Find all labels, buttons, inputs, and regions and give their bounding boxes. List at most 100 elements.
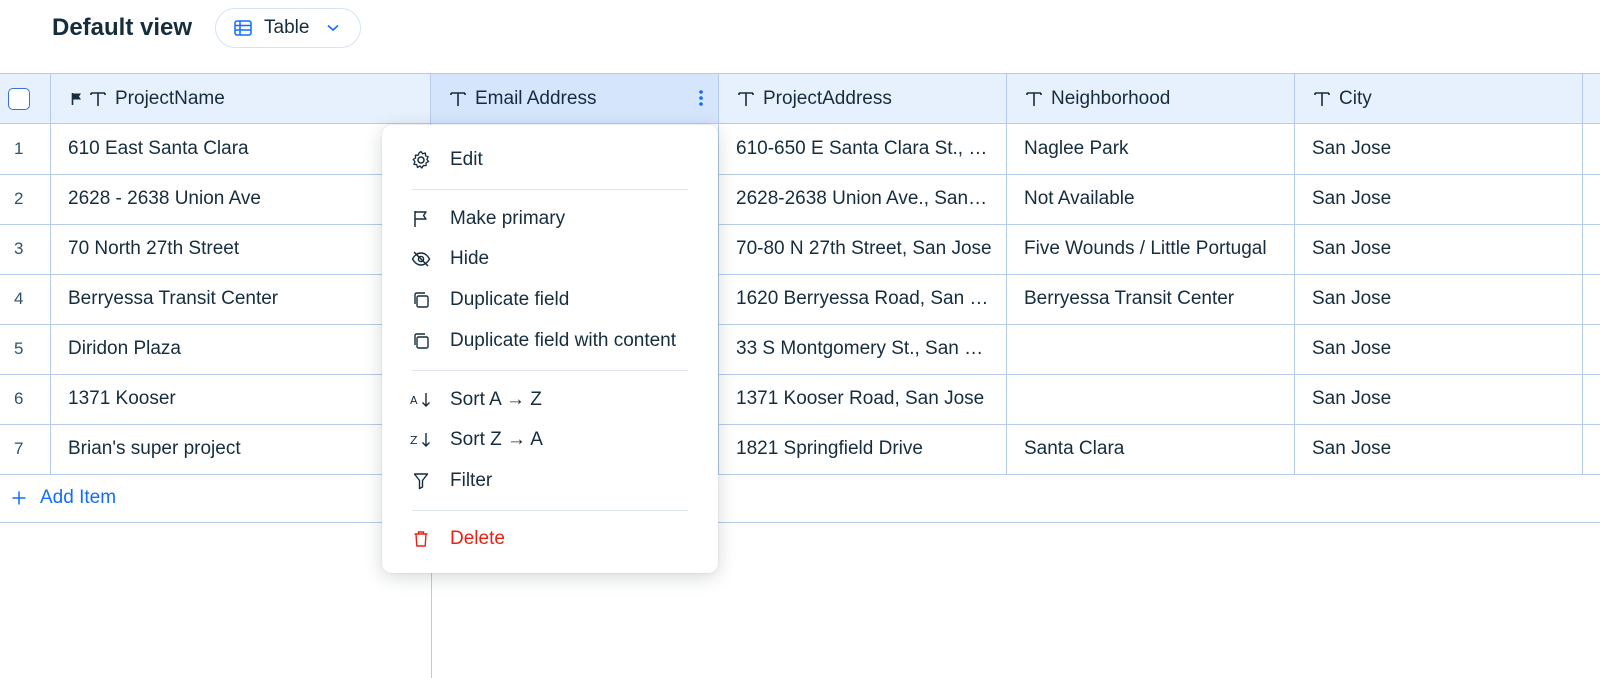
menu-item-sort-za[interactable]: Z Sort Z → A: [382, 423, 718, 457]
menu-divider: [412, 370, 688, 371]
cell-projectaddress[interactable]: 70-80 N 27th Street, San Jose: [719, 224, 1007, 274]
gear-icon: [410, 149, 432, 171]
cell-next-column[interactable]: [1583, 174, 1600, 224]
cell-neighborhood[interactable]: [1007, 324, 1295, 374]
toolbar: Default view Table: [0, 0, 1600, 72]
menu-divider: [412, 189, 688, 190]
cell-projectaddress[interactable]: 1620 Berryessa Road, San Jose: [719, 274, 1007, 324]
row-number: 6: [0, 374, 51, 424]
cell-neighborhood[interactable]: Naglee Park: [1007, 124, 1295, 174]
cell-city[interactable]: San Jose: [1295, 374, 1583, 424]
table-row[interactable]: 4 Berryessa Transit Center 1620 Berryess…: [0, 274, 1600, 325]
menu-item-delete[interactable]: Delete: [382, 522, 718, 556]
column-header-email-address[interactable]: Email Address: [431, 74, 719, 123]
table-header: ProjectName Email Address ProjectAddress…: [0, 73, 1600, 124]
menu-item-duplicate-field-with-content[interactable]: Duplicate field with content: [382, 324, 718, 358]
view-mode-dropdown[interactable]: Table: [215, 8, 361, 48]
cell-projectaddress[interactable]: 1821 Springfield Drive: [719, 424, 1007, 474]
cell-city[interactable]: San Jose: [1295, 174, 1583, 224]
text-field-icon: [1313, 90, 1331, 108]
table-icon: [234, 20, 252, 36]
cell-next-column[interactable]: [1583, 324, 1600, 374]
menu-item-label: Duplicate field: [450, 289, 570, 310]
cell-projectaddress[interactable]: 2628-2638 Union Ave., San Jose: [719, 174, 1007, 224]
column-header-label: City: [1339, 87, 1372, 109]
cell-projectname[interactable]: Diridon Plaza: [51, 324, 431, 374]
menu-item-edit[interactable]: Edit: [382, 143, 718, 177]
menu-item-label: Hide: [450, 248, 490, 269]
cell-projectname[interactable]: 1371 Kooser: [51, 374, 431, 424]
cell-projectname[interactable]: 610 East Santa Clara: [51, 124, 431, 174]
sort-ascending-icon: A: [410, 389, 432, 411]
menu-item-duplicate-field[interactable]: Duplicate field: [382, 283, 718, 317]
duplicate-icon: [410, 330, 432, 352]
menu-item-filter[interactable]: Filter: [382, 464, 718, 498]
column-header-projectname[interactable]: ProjectName: [51, 74, 431, 123]
menu-item-sort-az[interactable]: A Sort A → Z: [382, 383, 718, 417]
table-row[interactable]: 3 70 North 27th Street 70-80 N 27th Stre…: [0, 224, 1600, 275]
cell-next-column[interactable]: [1583, 224, 1600, 274]
cell-city[interactable]: San Jose: [1295, 274, 1583, 324]
row-number: 5: [0, 324, 51, 374]
row-number: 7: [0, 424, 51, 474]
select-all-cell: [0, 74, 51, 123]
menu-item-label: Duplicate field with content: [450, 330, 677, 351]
cell-neighborhood[interactable]: [1007, 374, 1295, 424]
cell-projectname[interactable]: Brian's super project: [51, 424, 431, 474]
table-row[interactable]: 5 Diridon Plaza 33 S Montgomery St., San…: [0, 324, 1600, 375]
table-row[interactable]: 1 610 East Santa Clara 610-650 E Santa C…: [0, 124, 1600, 175]
sort-descending-icon: Z: [410, 429, 432, 451]
cell-city[interactable]: San Jose: [1295, 424, 1583, 474]
flag-icon: [71, 92, 83, 106]
column-header-projectaddress[interactable]: ProjectAddress: [719, 74, 1007, 123]
text-field-icon: [89, 90, 107, 108]
cell-projectname[interactable]: Berryessa Transit Center: [51, 274, 431, 324]
text-field-icon: [449, 90, 467, 108]
svg-text:A: A: [410, 394, 418, 407]
menu-item-label: Sort Z → A: [450, 429, 543, 450]
row-number: 2: [0, 174, 51, 224]
menu-item-make-primary[interactable]: Make primary: [382, 202, 718, 236]
cell-projectaddress[interactable]: 1371 Kooser Road, San Jose: [719, 374, 1007, 424]
plus-icon: [12, 491, 26, 505]
cell-next-column[interactable]: [1583, 124, 1600, 174]
cell-neighborhood[interactable]: Not Available: [1007, 174, 1295, 224]
view-mode-label: Table: [264, 17, 310, 38]
cell-projectname[interactable]: 2628 - 2638 Union Ave: [51, 174, 431, 224]
table-row[interactable]: 6 1371 Kooser 1371 Kooser Road, San Jose…: [0, 374, 1600, 425]
column-header-label: ProjectName: [115, 87, 225, 109]
cell-city[interactable]: San Jose: [1295, 124, 1583, 174]
cell-city[interactable]: San Jose: [1295, 324, 1583, 374]
row-number: 3: [0, 224, 51, 274]
cell-neighborhood[interactable]: Santa Clara: [1007, 424, 1295, 474]
menu-item-hide[interactable]: Hide: [382, 242, 718, 276]
duplicate-icon: [410, 289, 432, 311]
chevron-down-icon: [327, 24, 339, 32]
column-context-menu: Edit Make primary Hide Duplicate field D…: [382, 125, 718, 573]
cell-next-column[interactable]: [1583, 374, 1600, 424]
table-row[interactable]: 2 2628 - 2638 Union Ave 2628-2638 Union …: [0, 174, 1600, 225]
eye-off-icon: [410, 248, 432, 270]
trash-icon: [410, 528, 432, 550]
cell-projectname[interactable]: 70 North 27th Street: [51, 224, 431, 274]
add-item-button[interactable]: Add Item: [0, 473, 1600, 523]
column-header-label: Email Address: [475, 87, 597, 109]
column-header-label: ProjectAddress: [763, 87, 892, 109]
column-more-actions-icon[interactable]: [698, 89, 704, 107]
cell-next-column[interactable]: [1583, 274, 1600, 324]
cell-city[interactable]: San Jose: [1295, 224, 1583, 274]
row-number: 4: [0, 274, 51, 324]
cell-next-column[interactable]: [1583, 424, 1600, 474]
cell-neighborhood[interactable]: Berryessa Transit Center: [1007, 274, 1295, 324]
add-item-label: Add Item: [40, 486, 117, 508]
menu-item-label: Filter: [450, 470, 493, 491]
cell-projectaddress[interactable]: 610-650 E Santa Clara St., San Jose: [719, 124, 1007, 174]
menu-item-label: Edit: [450, 149, 483, 170]
cell-projectaddress[interactable]: 33 S Montgomery St., San Jose: [719, 324, 1007, 374]
table-row[interactable]: 7 Brian's super project 1821 Springfield…: [0, 424, 1600, 475]
column-header-neighborhood[interactable]: Neighborhood: [1007, 74, 1295, 123]
menu-item-label: Make primary: [450, 208, 566, 229]
select-all-checkbox[interactable]: [8, 88, 30, 110]
cell-neighborhood[interactable]: Five Wounds / Little Portugal: [1007, 224, 1295, 274]
column-header-city[interactable]: City: [1295, 74, 1583, 123]
